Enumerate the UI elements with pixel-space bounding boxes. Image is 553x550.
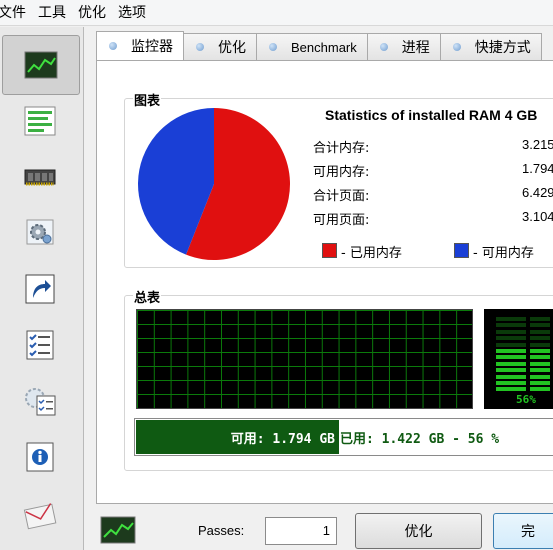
menu-options[interactable]: 选项 <box>112 0 152 26</box>
tab-shortcuts[interactable]: 快捷方式 <box>439 33 542 60</box>
stat-label-total-page: 合计页面: <box>313 189 370 204</box>
stat-value-free-memory: 1.794 <box>522 161 553 176</box>
meter-bar <box>530 323 550 328</box>
meter-bar <box>530 349 550 353</box>
sidebar-item-ram[interactable] <box>0 147 80 207</box>
tab-label: 进程 <box>401 40 430 56</box>
meter-bar <box>530 317 550 321</box>
meter-bar <box>530 342 550 347</box>
stat-label-free-page: 可用页面: <box>313 213 370 228</box>
meter-bar <box>496 342 526 347</box>
summary-group-title: 总表 <box>133 287 162 306</box>
sidebar-item-settings[interactable] <box>0 203 80 263</box>
shortcut-arrow-icon <box>25 274 55 304</box>
stat-label-free-memory: 可用内存: <box>313 165 370 180</box>
gear-settings-icon <box>26 219 54 245</box>
legend-label-used: - 已用内存 <box>341 246 402 261</box>
stat-label-total-memory: 合计内存: <box>313 141 370 156</box>
tab-dot-icon <box>379 43 388 51</box>
stats-title: Statistics of installed RAM 4 GB <box>325 107 538 123</box>
meter-bar <box>496 323 526 328</box>
stat-value-total-page: 6.429 <box>522 185 553 200</box>
meter-bar <box>496 387 526 392</box>
tab-benchmark[interactable]: Benchmark <box>256 33 368 60</box>
passes-label: Passes: <box>198 523 245 538</box>
tab-dot-icon <box>109 42 117 50</box>
passes-value: 1 <box>322 523 330 538</box>
monitor-chart-icon <box>24 51 58 79</box>
menu-tools[interactable]: 工具 <box>32 0 72 26</box>
tab-process[interactable]: 进程 <box>366 33 441 60</box>
meter-bar <box>530 329 550 334</box>
sidebar-item-list[interactable] <box>0 91 80 151</box>
meter-bar <box>530 361 550 366</box>
sidebar-item-settings-list[interactable] <box>0 371 80 431</box>
passes-input[interactable]: 1 <box>265 517 337 545</box>
meter-bar <box>530 374 550 379</box>
memory-pie-chart <box>138 108 290 260</box>
legend-label-free: - 可用内存 <box>473 246 534 261</box>
menu-optimize[interactable]: 优化 <box>72 0 112 26</box>
meter-bar <box>530 355 550 360</box>
legend-swatch-used <box>322 243 337 258</box>
meter-bar <box>530 387 550 392</box>
memory-usage-bar: 可用: 1.794 GB 已用: 1.422 GB - 56 % <box>134 418 553 456</box>
info-icon <box>26 442 54 472</box>
sidebar-item-checklist[interactable] <box>0 315 80 375</box>
sidebar-item-mail[interactable] <box>0 485 80 545</box>
tab-optimize[interactable]: 优化 <box>183 33 257 60</box>
monitor-chart-icon[interactable] <box>100 516 136 544</box>
tab-bar: 监控器 优化 Benchmark 进程 快捷方式 <box>96 31 542 61</box>
meter-bar <box>496 349 526 353</box>
checklist-icon <box>26 330 54 360</box>
memory-usage-meter: 56% <box>484 309 553 409</box>
meter-percent-label: 56% <box>516 393 536 406</box>
done-button[interactable]: 完 <box>493 513 553 549</box>
sidebar-item-shortcut[interactable] <box>0 259 80 319</box>
meter-bar <box>496 381 526 385</box>
optimize-button[interactable]: 优化 <box>355 513 482 549</box>
meter-bar <box>530 381 550 385</box>
tab-label: Benchmark <box>291 39 357 55</box>
meter-bar <box>496 368 526 373</box>
memory-history-graph <box>136 309 473 409</box>
legend-swatch-free <box>454 243 469 258</box>
menu-bar: 文件 工具 优化 选项 <box>0 0 553 26</box>
tab-label: 快捷方式 <box>474 40 531 56</box>
free-memory-segment: 可用: 1.794 GB <box>136 420 339 454</box>
meter-bar <box>496 329 526 334</box>
mail-icon <box>23 503 57 530</box>
list-bars-icon <box>24 106 56 136</box>
used-memory-text: 已用: 1.422 GB - 56 % <box>340 431 500 447</box>
tab-dot-icon <box>269 43 277 51</box>
meter-bar <box>496 317 526 321</box>
tab-dot-icon <box>452 43 461 51</box>
stat-value-total-memory: 3.215 <box>522 137 553 152</box>
meter-bar <box>496 361 526 366</box>
meter-bar <box>496 336 526 341</box>
sidebar-item-monitor[interactable] <box>2 35 80 95</box>
menu-file[interactable]: 文件 <box>0 0 32 26</box>
meter-bar <box>530 368 550 373</box>
meter-bar <box>496 374 526 379</box>
tab-label: 优化 <box>218 40 246 56</box>
meter-bar <box>496 355 526 360</box>
tab-monitor[interactable]: 监控器 <box>96 31 184 60</box>
sidebar-item-info[interactable] <box>0 427 80 487</box>
ram-chip-icon <box>24 169 56 186</box>
tab-label: 监控器 <box>131 39 173 55</box>
settings-checklist-icon <box>25 388 56 416</box>
tab-dot-icon <box>196 43 204 51</box>
meter-bar <box>530 336 550 341</box>
sidebar <box>0 27 84 550</box>
stat-value-free-page: 3.104 <box>522 209 553 224</box>
